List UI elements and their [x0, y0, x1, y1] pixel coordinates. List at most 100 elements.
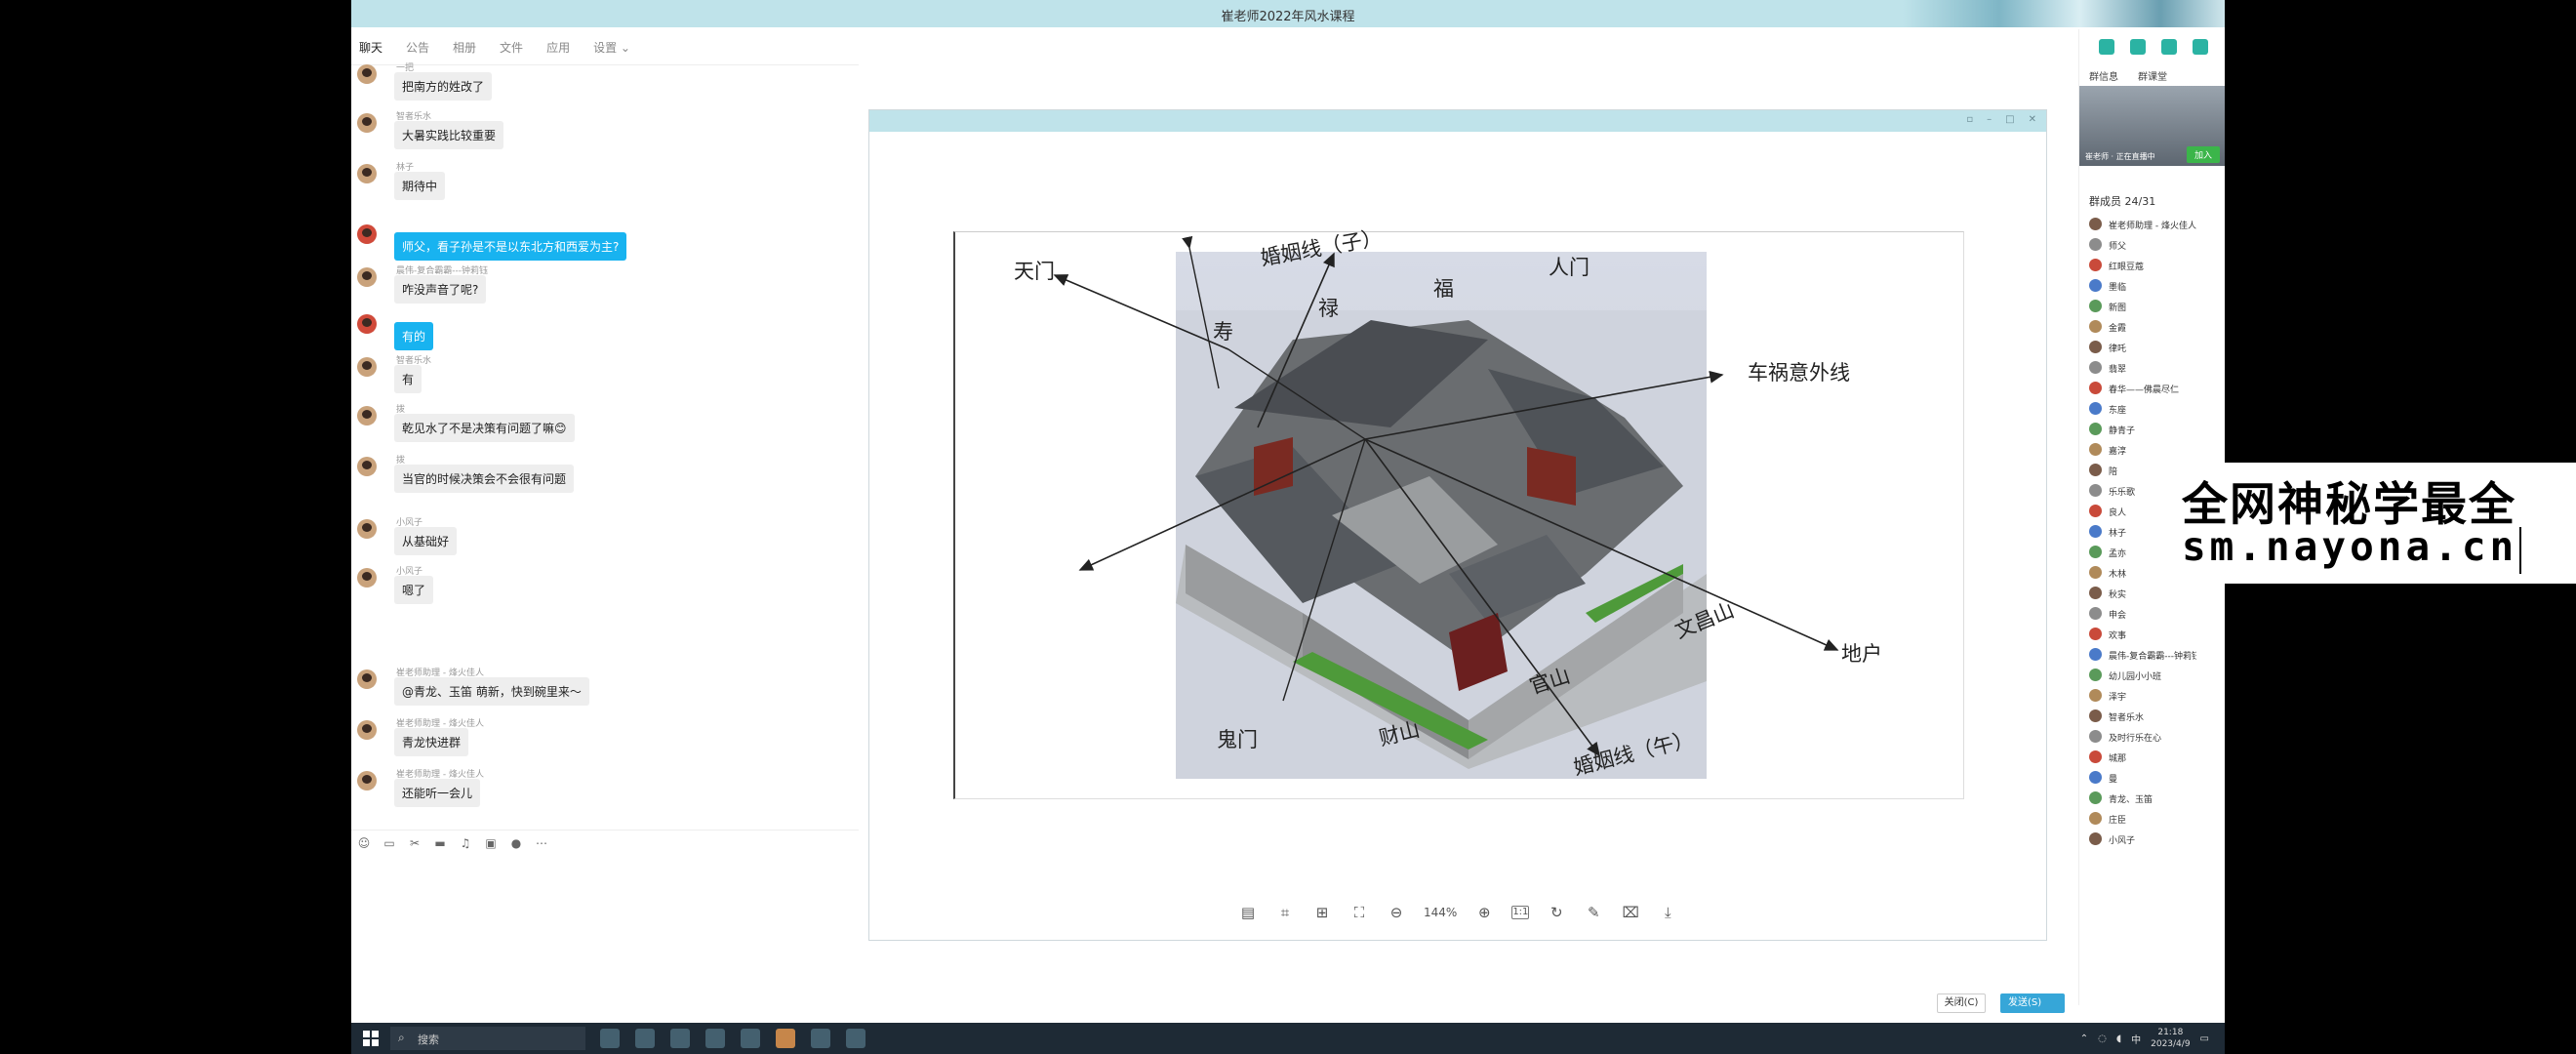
avatar[interactable] — [357, 720, 377, 740]
volume-icon[interactable]: ◖ — [2116, 1034, 2121, 1044]
avatar[interactable] — [357, 519, 377, 539]
tab-announcement[interactable]: 公告 — [406, 39, 429, 61]
member-item[interactable]: 幼儿园小小班 — [2089, 666, 2220, 686]
clock[interactable]: 21:18 2023/4/9 — [2151, 1027, 2190, 1050]
clock-time: 21:18 — [2157, 1028, 2184, 1037]
screenshot-icon[interactable]: ✂ — [408, 836, 422, 850]
app-icon[interactable] — [811, 1029, 830, 1048]
tab-group-info[interactable]: 群信息 — [2089, 68, 2118, 83]
search-icon: ⌕ — [398, 1031, 405, 1044]
member-item[interactable]: 城那 — [2089, 748, 2220, 768]
avatar[interactable] — [357, 164, 377, 183]
bell-icon[interactable]: ● — [509, 836, 523, 850]
tab-album[interactable]: 相册 — [453, 39, 476, 61]
notifications-icon[interactable]: ▭ — [2200, 1034, 2209, 1044]
zoom-out-icon[interactable]: ⊖ — [1387, 903, 1406, 922]
member-name: 泽宇 — [2109, 693, 2127, 703]
member-item[interactable]: 申会 — [2089, 604, 2220, 625]
start-button[interactable] — [363, 1031, 379, 1046]
avatar[interactable] — [357, 314, 377, 334]
member-item[interactable]: 翡翠 — [2089, 358, 2220, 379]
mail-icon[interactable] — [741, 1029, 760, 1048]
avatar[interactable] — [357, 406, 377, 426]
store-icon[interactable] — [705, 1029, 725, 1048]
member-item[interactable]: 墨临 — [2089, 276, 2220, 297]
document-icon[interactable] — [2161, 39, 2177, 55]
ocr-icon[interactable]: ⌗ — [1275, 903, 1295, 922]
tab-apps[interactable]: 应用 — [546, 39, 570, 61]
tray-chevron-icon[interactable]: ⌃ — [2080, 1034, 2088, 1044]
thumbnails-icon[interactable]: ▤ — [1238, 903, 1258, 922]
image-icon[interactable]: ▣ — [484, 836, 498, 850]
qq-icon[interactable] — [776, 1029, 795, 1048]
gif-icon[interactable]: ▭ — [382, 836, 396, 850]
download-icon[interactable]: ⤓ — [1658, 903, 1677, 922]
zoom-in-icon[interactable]: ⊕ — [1474, 903, 1494, 922]
avatar[interactable] — [357, 357, 377, 377]
avatar[interactable] — [357, 113, 377, 133]
tab-settings[interactable]: 设置 ⌄ — [593, 39, 630, 61]
minimize-icon[interactable]: – — [1987, 114, 1992, 125]
member-item[interactable]: 曼 — [2089, 768, 2220, 789]
maximize-icon[interactable]: □ — [2005, 114, 2014, 125]
tab-group-class[interactable]: 群课堂 — [2138, 68, 2167, 83]
member-item[interactable]: 智者乐水 — [2089, 707, 2220, 727]
send-button[interactable]: 发送(S) — [2000, 993, 2065, 1013]
taskbar-search[interactable]: ⌕ 搜索 — [390, 1027, 585, 1050]
member-item[interactable]: 静青子 — [2089, 420, 2220, 440]
member-item[interactable]: 泽宇 — [2089, 686, 2220, 707]
close-button[interactable]: 关闭(C) — [1937, 993, 1986, 1013]
voice-icon[interactable]: ♫ — [459, 836, 472, 850]
avatar[interactable] — [357, 267, 377, 287]
folder-icon[interactable]: ▬ — [433, 836, 447, 850]
member-item[interactable]: 晨伟-复合霸霸---钟莉钰 — [2089, 645, 2220, 666]
crop-icon[interactable]: ⌧ — [1621, 903, 1640, 922]
avatar[interactable] — [357, 669, 377, 689]
member-item[interactable]: 师父 — [2089, 235, 2220, 256]
close-icon[interactable]: ✕ — [2029, 114, 2036, 125]
fit-screen-icon[interactable]: ⛶ — [1349, 903, 1369, 922]
member-item[interactable]: 及时行乐在心 — [2089, 727, 2220, 748]
member-name: 小风子 — [2109, 836, 2136, 846]
avatar[interactable] — [357, 64, 377, 84]
explorer-icon[interactable] — [670, 1029, 690, 1048]
member-item[interactable]: 金霞 — [2089, 317, 2220, 338]
network-icon[interactable]: ◌ — [2098, 1034, 2107, 1044]
task-view-icon[interactable] — [600, 1029, 620, 1048]
tab-files[interactable]: 文件 — [500, 39, 523, 61]
member-item[interactable]: 青龙、玉笛 — [2089, 789, 2220, 809]
member-item[interactable]: 春华——佛晨尽仁 — [2089, 379, 2220, 399]
actual-size-button[interactable]: 1:1 — [1511, 906, 1530, 919]
avatar[interactable] — [357, 568, 377, 588]
member-item[interactable]: 庄臣 — [2089, 809, 2220, 830]
more-icon[interactable]: ⋯ — [2224, 37, 2225, 55]
translate-icon[interactable]: ⊞ — [1312, 903, 1332, 922]
avatar[interactable] — [357, 457, 377, 476]
member-item[interactable]: 嘉淳 — [2089, 440, 2220, 461]
live-preview[interactable]: 崔老师 · 正在直播中 加入 — [2079, 86, 2225, 166]
add-icon[interactable] — [2193, 39, 2208, 55]
member-item[interactable]: 律吒 — [2089, 338, 2220, 358]
member-item[interactable]: 崔老师助理 - 烽火佳人 — [2089, 215, 2220, 235]
phone-icon[interactable] — [2099, 39, 2114, 55]
rotate-icon[interactable]: ↻ — [1547, 903, 1566, 922]
edit-icon[interactable]: ✎ — [1584, 903, 1603, 922]
member-item[interactable]: 红眼豆蔻 — [2089, 256, 2220, 276]
member-item[interactable]: 秋实 — [2089, 584, 2220, 604]
video-icon[interactable] — [2130, 39, 2146, 55]
member-item[interactable]: 欢事 — [2089, 625, 2220, 645]
emoji-icon[interactable]: ☺ — [357, 836, 371, 850]
avatar[interactable] — [357, 224, 377, 244]
avatar — [2089, 320, 2102, 333]
pin-icon[interactable]: ▫ — [1966, 114, 1973, 125]
chrome-icon[interactable] — [846, 1029, 865, 1048]
tab-chat[interactable]: 聊天 — [359, 39, 382, 61]
edge-icon[interactable] — [635, 1029, 655, 1048]
member-item[interactable]: 新图 — [2089, 297, 2220, 317]
member-item[interactable]: 小风子 — [2089, 830, 2220, 850]
member-item[interactable]: 东座 — [2089, 399, 2220, 420]
avatar[interactable] — [357, 771, 377, 790]
ime-indicator[interactable]: 中 — [2131, 1032, 2141, 1046]
more-icon[interactable]: ⋯ — [535, 836, 548, 850]
join-button[interactable]: 加入 — [2186, 146, 2220, 163]
